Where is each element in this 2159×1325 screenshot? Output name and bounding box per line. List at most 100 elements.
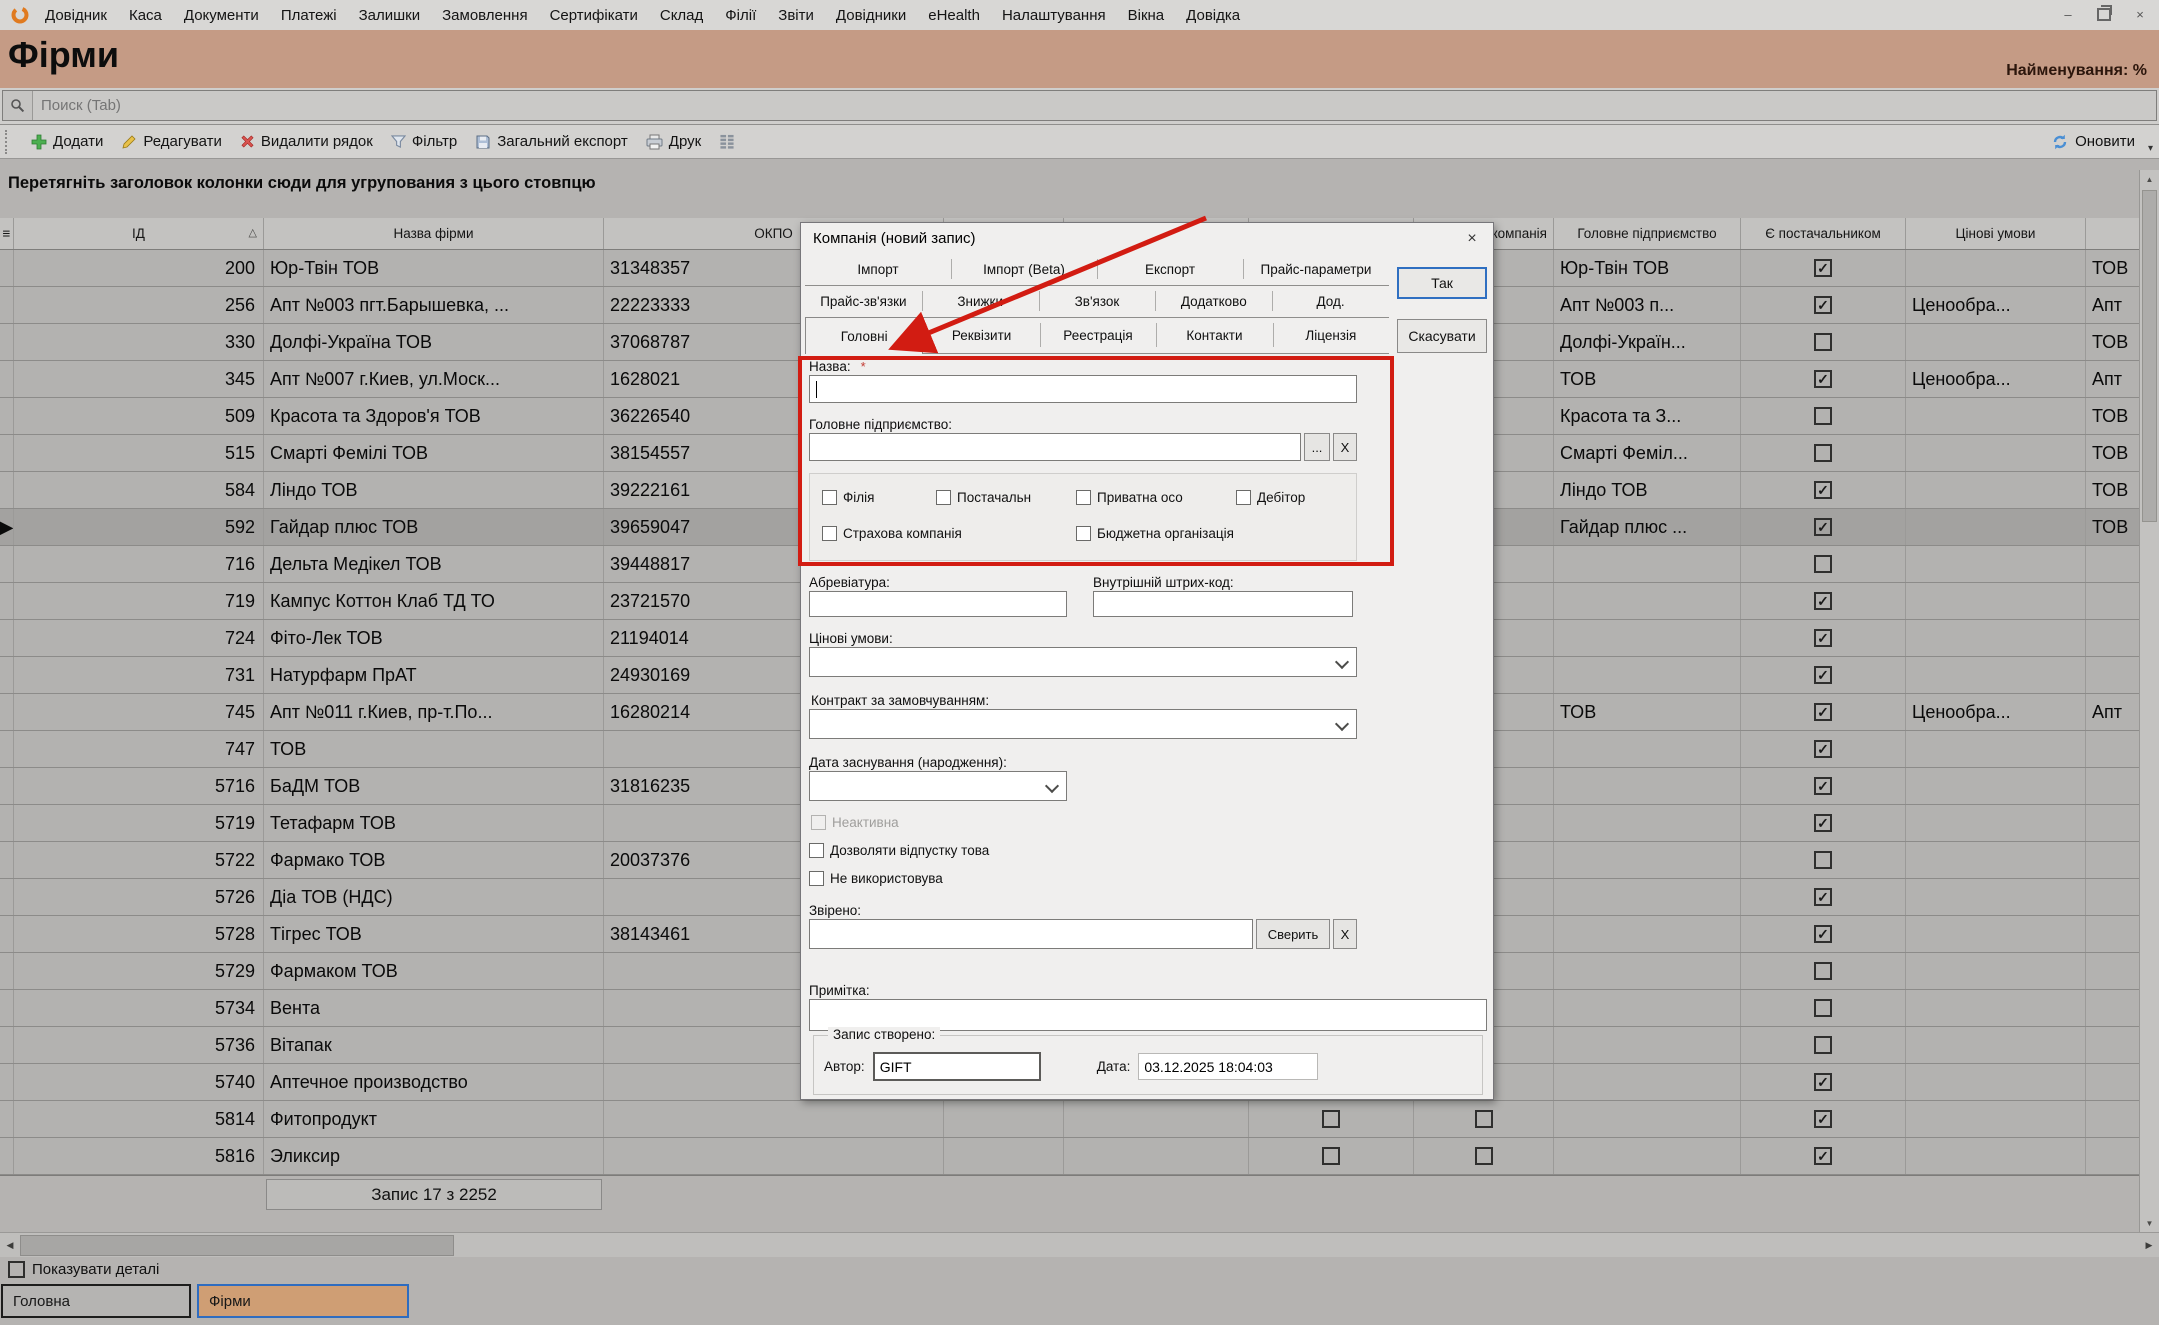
flag-checkbox[interactable]: Постачальн [936,490,1031,505]
unchecked-checkbox[interactable] [1322,1147,1340,1165]
flag-checkbox[interactable]: Дебітор [1236,490,1305,505]
table-row[interactable]: 5814Фитопродукт✓ [0,1101,2159,1138]
ok-button[interactable]: Так [1397,267,1487,299]
menu-item[interactable]: eHealth [917,7,991,24]
abbreviation-input[interactable] [809,591,1067,617]
checked-checkbox[interactable]: ✓ [1814,370,1832,388]
menu-item[interactable]: Філії [714,7,767,24]
column-header-name[interactable]: Назва фірми [264,218,604,249]
tab-Імпорт (Beta)[interactable]: Імпорт (Beta) [951,253,1097,285]
unchecked-checkbox[interactable] [1814,333,1832,351]
scroll-left-icon[interactable]: ◀ [0,1233,20,1257]
barcode-input[interactable] [1093,591,1353,617]
scroll-down-icon[interactable]: ▼ [2140,1214,2159,1232]
tab-Реквізити[interactable]: Реквізити [923,317,1039,353]
refresh-button[interactable]: Оновити [2051,125,2135,158]
checked-checkbox[interactable]: ✓ [1814,1147,1832,1165]
window-tab-Фірми[interactable]: Фірми [197,1284,409,1318]
unchecked-checkbox[interactable] [1814,1036,1832,1054]
table-row[interactable]: 5816Эликсир✓ [0,1138,2159,1175]
tab-Ліцензія[interactable]: Ліцензія [1273,317,1389,353]
menu-item[interactable]: Каса [118,7,173,24]
minimize-icon[interactable]: – [2053,3,2083,26]
show-details-checkbox[interactable]: Показувати деталі [8,1261,159,1278]
edit-button[interactable]: Редагувати [112,128,231,156]
checked-checkbox[interactable]: ✓ [1814,1110,1832,1128]
flag-checkbox[interactable]: Філія [822,490,874,505]
menu-item[interactable]: Документи [173,7,270,24]
tab-Імпорт[interactable]: Імпорт [805,253,951,285]
price-terms-select[interactable] [809,647,1357,677]
menu-item[interactable]: Довідники [825,7,917,24]
checked-checkbox[interactable]: ✓ [1814,777,1832,795]
scroll-right-icon[interactable]: ▶ [2139,1233,2159,1257]
tab-Додатково[interactable]: Додатково [1155,285,1272,317]
unchecked-checkbox[interactable] [1322,1110,1340,1128]
checked-checkbox[interactable]: ✓ [1814,481,1832,499]
menu-item[interactable]: Замовлення [431,7,538,24]
checked-checkbox[interactable]: ✓ [1814,814,1832,832]
menu-item[interactable]: Довідник [34,7,118,24]
unchecked-checkbox[interactable] [1475,1110,1493,1128]
column-header-id[interactable]: ІД△ [14,218,264,249]
menu-item[interactable]: Вікна [1117,7,1176,24]
cancel-button[interactable]: Скасувати [1397,319,1487,353]
column-header-ind[interactable]: ≡ [0,218,14,249]
horizontal-scrollbar[interactable]: ◀ ▶ [0,1232,2159,1257]
date-input[interactable] [1138,1053,1318,1080]
checked-checkbox[interactable]: ✓ [1814,888,1832,906]
close-icon[interactable]: × [2125,3,2155,26]
allow-dispense-checkbox[interactable]: Дозволяти відпустку това [809,843,989,858]
unchecked-checkbox[interactable] [1814,555,1832,573]
checked-checkbox[interactable]: ✓ [1814,925,1832,943]
unchecked-checkbox[interactable] [1814,407,1832,425]
unchecked-checkbox[interactable] [1814,962,1832,980]
lookup-button[interactable]: ... [1304,433,1330,461]
column-header-sup[interactable]: Є постачальником [1741,218,1906,249]
tab-Прайс-параметри[interactable]: Прайс-параметри [1243,253,1389,285]
checked-checkbox[interactable]: ✓ [1814,666,1832,684]
checked-checkbox[interactable]: ✓ [1814,592,1832,610]
tab-Прайс-зв'язки[interactable]: Прайс-зв'язки [805,285,922,317]
founded-date-select[interactable] [809,771,1067,801]
restore-icon[interactable] [2089,3,2119,26]
menu-item[interactable]: Залишки [348,7,432,24]
menu-item[interactable]: Звіти [767,7,825,24]
add-button[interactable]: Додати [22,128,112,156]
contract-select[interactable] [809,709,1357,739]
checked-checkbox[interactable]: ✓ [1814,518,1832,536]
menu-item[interactable]: Налаштування [991,7,1117,24]
tab-Зв'язок[interactable]: Зв'язок [1039,285,1156,317]
search-box[interactable] [2,90,2157,121]
tab-Експорт[interactable]: Експорт [1097,253,1243,285]
delete-row-button[interactable]: Видалити рядок [231,128,382,156]
unchecked-checkbox[interactable] [1814,444,1832,462]
column-header-price[interactable]: Цінові умови [1906,218,2086,249]
unchecked-checkbox[interactable] [1814,999,1832,1017]
tab-Знижки[interactable]: Знижки [922,285,1039,317]
vertical-scrollbar[interactable]: ▲ ▼ [2139,170,2159,1232]
dialog-close-icon[interactable]: × [1457,226,1487,251]
menu-item[interactable]: Сертифікати [539,7,649,24]
filter-button[interactable]: Фільтр [382,128,466,156]
flag-checkbox[interactable]: Приватна осо [1076,490,1183,505]
refresh-dropdown-icon[interactable]: ▾ [2148,143,2153,154]
tab-Дод.[interactable]: Дод. [1272,285,1389,317]
head-company-input[interactable] [809,433,1301,461]
verified-input[interactable] [809,919,1253,949]
menu-item[interactable]: Платежі [270,7,348,24]
vertical-scroll-thumb[interactable] [2142,190,2157,522]
unchecked-checkbox[interactable] [1814,851,1832,869]
toolbar-grip[interactable] [5,130,14,154]
not-use-checkbox[interactable]: Не використовува [809,871,943,886]
checked-checkbox[interactable]: ✓ [1814,296,1832,314]
scroll-up-icon[interactable]: ▲ [2140,170,2159,188]
flag-checkbox[interactable]: Страхова компанія [822,526,962,541]
author-input[interactable] [873,1052,1041,1081]
verify-clear-button[interactable]: X [1333,919,1357,949]
group-by-band[interactable]: Перетягніть заголовок колонки сюди для у… [0,158,2159,218]
export-button[interactable]: Загальний експорт [466,128,637,156]
tab-Контакти[interactable]: Контакти [1156,317,1272,353]
columns-button[interactable] [710,128,744,156]
horizontal-scroll-thumb[interactable] [20,1235,454,1256]
